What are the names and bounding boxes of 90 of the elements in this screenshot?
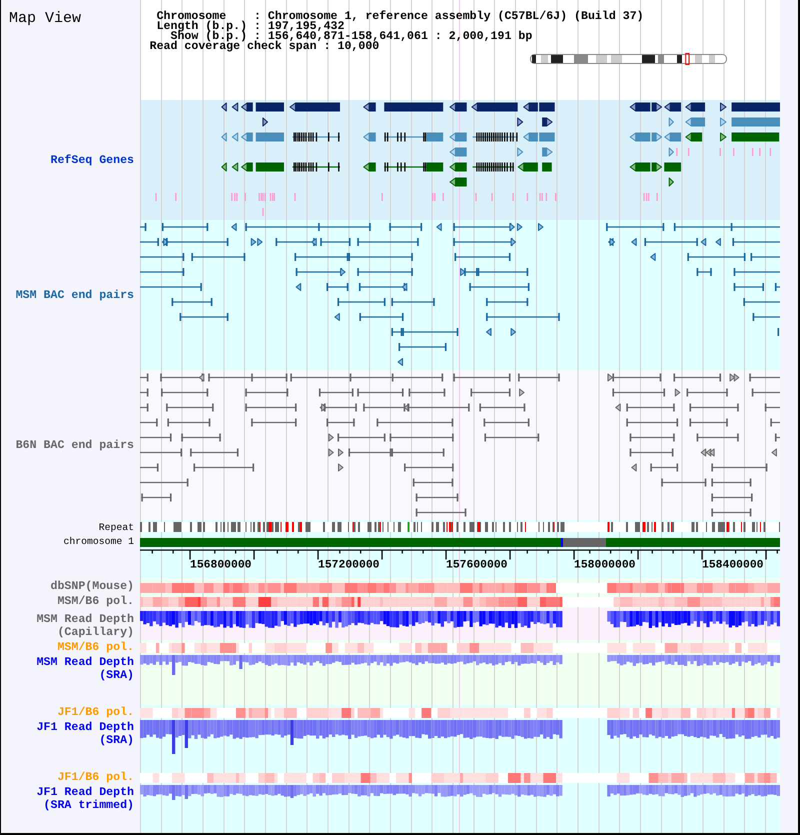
track-label: MSM Read Depth (Capillary) [36,612,134,638]
track-label: JF1/B6 pol. [57,706,134,718]
gene-feature [664,132,682,142]
gene-feature [539,102,555,112]
variant-tick [546,193,548,201]
gene-feature [241,132,253,142]
variant-tick [442,193,444,201]
track-label: Repeat [98,522,134,534]
gene-feature [523,102,538,112]
axis-tick-label: 157200000 [318,560,380,572]
track-label: chromosome 1 [63,536,134,548]
variant-tick [262,208,264,216]
gene-feature [384,102,444,112]
gene-feature [363,162,376,172]
track-label: MSM Read Depth (SRA) [36,656,134,682]
gene-feature [449,132,467,142]
map-view-title: Map View [9,10,82,27]
gene-feature [289,102,340,112]
variant-tick [475,193,477,201]
gene-feature [292,132,340,142]
axis-tick-label: 158000000 [574,560,636,572]
track-label: JF1 Read Depth (SRA trimmed) [36,786,134,812]
gene-feature [262,118,268,126]
gene-feature [449,148,467,156]
track-label: MSM/B6 pol. [57,640,134,654]
variant-tick [759,148,760,156]
variant-tick [720,148,721,156]
gene-feature [517,148,524,156]
variant-tick [512,193,514,201]
gene-feature [241,102,253,112]
gene-feature [363,102,376,112]
variant-tick [175,193,176,201]
variant-tick [491,193,493,201]
info-line: Length (b.p.) : 197,195,432 [156,22,344,32]
variant-tick [244,193,246,201]
gene-feature [241,162,253,172]
gene-feature [472,132,518,142]
gene-feature [449,102,467,112]
variant-tick [770,148,772,156]
gene-feature [732,132,780,142]
gene-feature [542,148,553,156]
gene-feature [471,102,518,112]
track-label: B6N BAC end pairs [16,438,134,452]
variant-tick [155,193,157,201]
gene-feature [449,162,467,172]
gene-feature [664,102,682,112]
variant-tick [554,193,556,201]
track-label: RefSeq Genes [50,154,134,166]
gene-feature [256,162,284,172]
variant-tick [382,193,383,201]
variant-tick [231,193,232,201]
gene-feature [539,132,555,142]
gene-feature [732,102,780,112]
gene-feature [685,102,706,112]
gene-feature [523,132,538,142]
variant-tick [676,148,678,156]
gene-feature [542,162,552,172]
gene-feature [685,132,702,142]
gene-feature [518,162,538,172]
info-line: Chromosome : Chromosome 1, reference assembly (C57BL/6J) (Build 37) [156,12,644,22]
variant-tick [733,148,734,156]
gene-feature [256,132,284,142]
track-label: JF1/B6 pol. [57,770,134,784]
gene-feature [664,162,682,172]
region-marker-icon [685,52,690,64]
gene-feature [668,148,674,156]
track-label: dbSNP(Mouse) [50,580,134,592]
variant-tick [752,148,754,156]
gene-feature [542,118,553,126]
gene-feature [517,118,524,126]
gene-feature [449,178,467,186]
axis-tick-label: 158400000 [702,560,764,572]
gene-feature [292,162,340,172]
gene-feature [732,118,780,126]
variant-tick [294,193,296,201]
track-label: MSM BAC end pairs [16,288,134,302]
track-label: MSM/B6 pol. [57,594,134,608]
gene-feature [668,178,674,186]
track-label: JF1 Read Depth (SRA) [36,720,134,746]
gene-feature [363,132,376,142]
variant-tick [526,193,528,201]
variant-tick [656,193,658,201]
axis-tick-label: 156800000 [190,560,252,572]
axis-tick-label: 157600000 [446,560,508,572]
gene-feature [472,162,514,172]
gene-feature [256,102,284,112]
variant-tick [688,148,690,156]
info-line: Read coverage check span : 10,000 [150,42,380,52]
gene-feature [668,118,674,126]
gene-feature [685,118,706,126]
